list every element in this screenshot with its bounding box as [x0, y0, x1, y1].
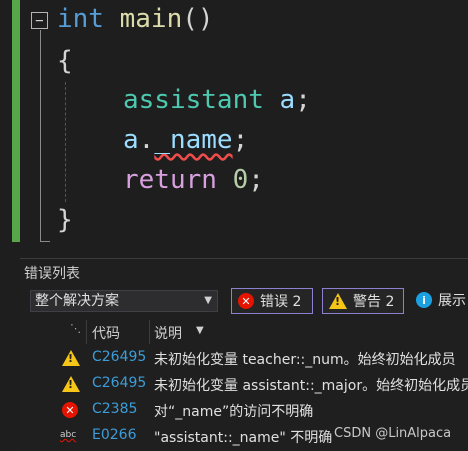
keyword-int: int: [57, 4, 104, 34]
fold-region-line: [40, 30, 41, 242]
scope-dropdown[interactable]: 整个解决方案 ▼: [30, 290, 218, 312]
type-assistant: assistant: [123, 85, 264, 115]
collapse-icon[interactable]: −: [31, 12, 48, 29]
variable-a: a: [123, 125, 139, 155]
warnings-filter-button[interactable]: 警告 2: [322, 288, 404, 314]
error-list-toolbar: 整个解决方案 ▼ ✕ 错误 2 警告 2 i 展示: [20, 287, 468, 317]
info-icon: i: [416, 292, 432, 308]
variable-a: a: [279, 85, 296, 115]
watermark: CSDN @LinAlpaca: [334, 426, 452, 441]
column-header-code[interactable]: 代码: [92, 323, 120, 343]
column-filter-icon[interactable]: ⋱: [70, 322, 81, 335]
column-divider[interactable]: [149, 320, 150, 344]
chevron-down-icon: ▼: [204, 295, 212, 306]
error-code-link[interactable]: C26495: [92, 375, 146, 391]
messages-filter-button[interactable]: i 展示: [416, 290, 466, 310]
errors-label: 错误 2: [260, 294, 302, 310]
error-description: 未初始化变量 assistant::_major。始终初始化成员: [154, 378, 468, 394]
error-icon: ✕: [62, 402, 78, 418]
semicolon: ;: [248, 165, 264, 195]
errors-filter-button[interactable]: ✕ 错误 2: [231, 288, 313, 314]
column-header-description[interactable]: 说明: [154, 323, 182, 343]
panel-title: 错误列表: [24, 266, 80, 282]
error-code-link[interactable]: C26495: [92, 349, 146, 365]
table-row[interactable]: C26495 未初始化变量 assistant::_major。始终初始化成员: [20, 372, 468, 398]
semicolon: ;: [232, 125, 249, 155]
dot: .: [138, 125, 155, 155]
error-description: "assistant::_name" 不明确: [154, 430, 333, 446]
code-editor[interactable]: − int main() { assistant a; a._name; ret…: [0, 0, 468, 255]
column-divider[interactable]: [86, 320, 87, 344]
error-description: 未初始化变量 teacher::_num。始终初始化成员: [154, 352, 456, 368]
warning-icon: [62, 350, 80, 366]
warning-icon: [62, 376, 80, 392]
parens: (): [182, 4, 214, 34]
code-line-5[interactable]: return 0;: [123, 165, 264, 195]
warning-icon: [329, 293, 347, 309]
fold-region-end: [40, 241, 50, 242]
table-header: ⋱ 代码 说明 ▼: [20, 320, 468, 344]
keyword-return: return: [123, 165, 217, 195]
warnings-label: 警告 2: [353, 294, 395, 310]
scope-value: 整个解决方案: [35, 293, 119, 309]
error-code-link[interactable]: C2385: [92, 401, 137, 417]
code-line-2[interactable]: {: [57, 46, 73, 76]
table-row[interactable]: ✕ C2385 对“_name”的访问不明确: [20, 398, 468, 424]
change-indicator-bar: [12, 0, 20, 242]
number-literal: 0: [232, 165, 249, 195]
code-line-3[interactable]: assistant a;: [123, 85, 311, 115]
error-description: 对“_name”的访问不明确: [154, 404, 314, 420]
code-line-4[interactable]: a._name;: [123, 125, 248, 155]
code-line-1[interactable]: int main(): [57, 4, 214, 34]
error-code-link[interactable]: E0266: [92, 427, 136, 443]
indent-guide: [65, 82, 66, 202]
table-row[interactable]: C26495 未初始化变量 teacher::_num。始终初始化成员: [20, 346, 468, 372]
ambiguous-member[interactable]: _name: [154, 125, 232, 155]
messages-label: 展示: [438, 293, 466, 309]
semicolon: ;: [295, 85, 311, 115]
error-list-panel: 错误列表 整个解决方案 ▼ ✕ 错误 2 警告 2 i 展示 ⋱ 代码 说明 ▼…: [20, 258, 468, 451]
function-name: main: [119, 4, 183, 34]
error-icon: ✕: [238, 293, 254, 309]
intellisense-icon: abc: [60, 430, 77, 440]
code-line-6[interactable]: }: [57, 205, 73, 235]
sort-down-icon[interactable]: ▼: [196, 325, 204, 336]
